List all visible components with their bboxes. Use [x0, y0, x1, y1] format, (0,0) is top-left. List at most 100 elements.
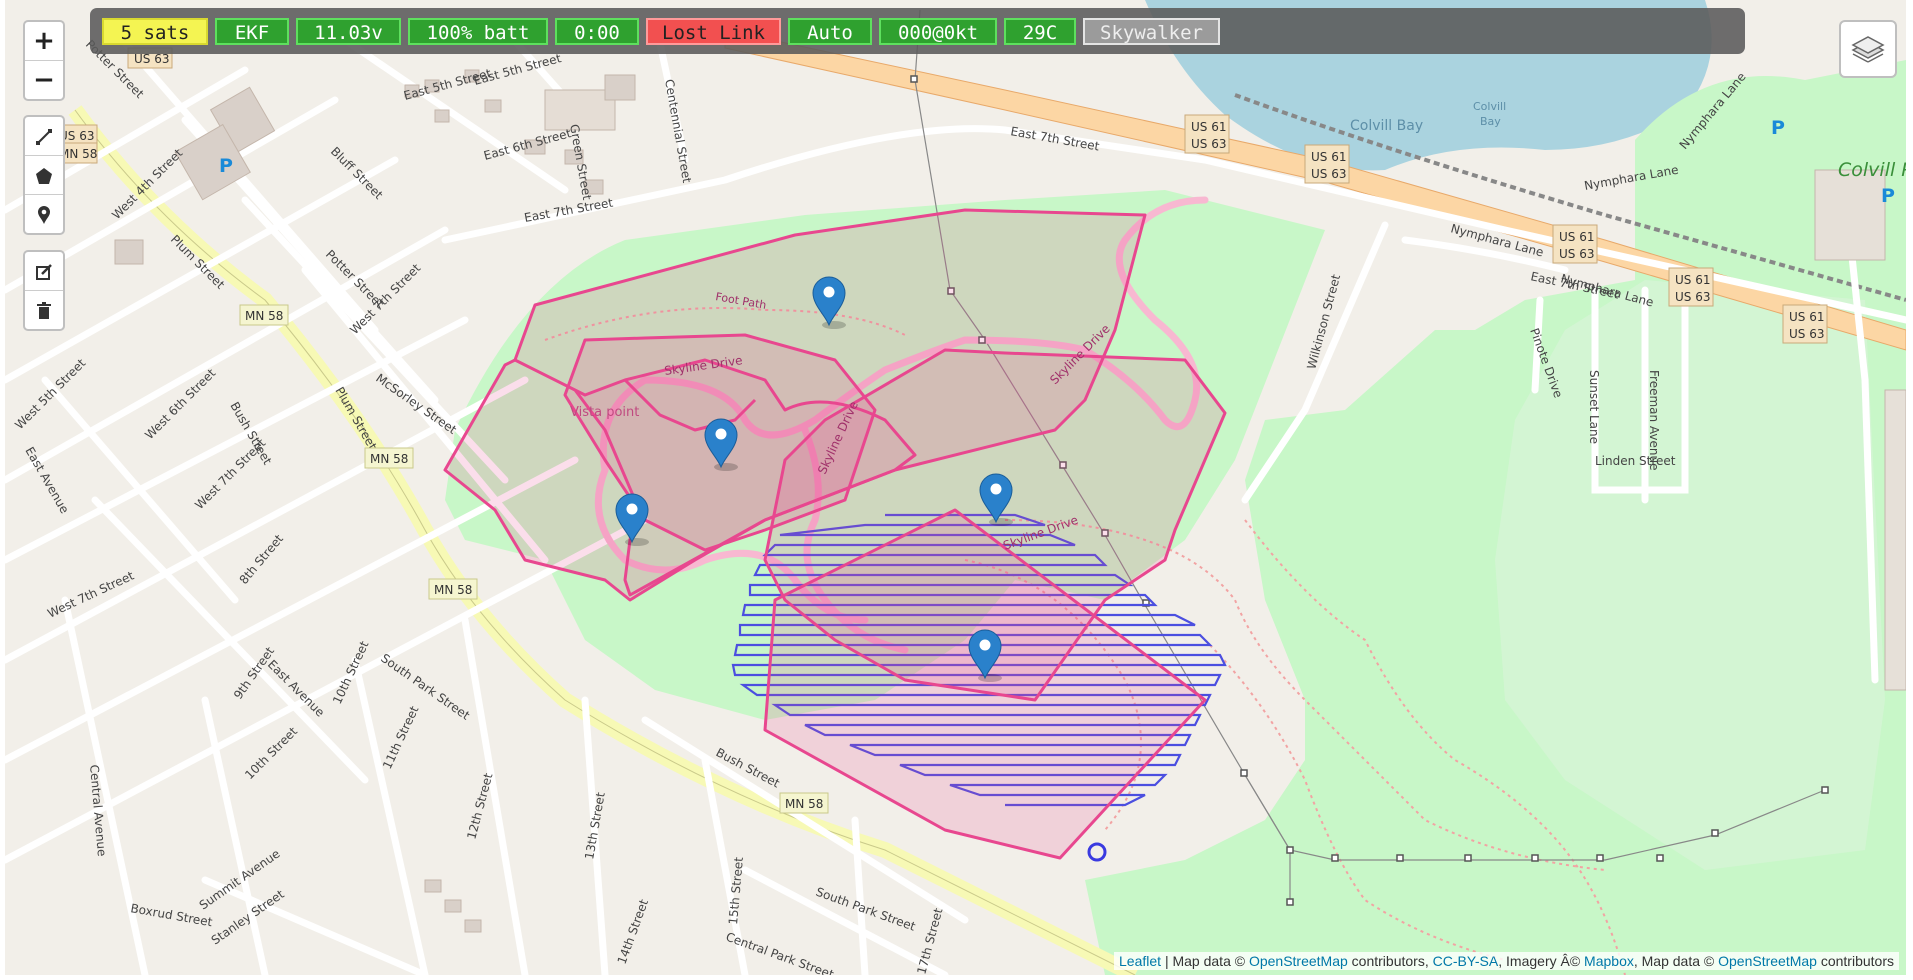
street-label: Pinote Drive — [1527, 326, 1565, 400]
draw-toolbar — [23, 115, 65, 235]
voltage-badge: 11.03v — [296, 18, 401, 45]
street-label: Central Avenue — [87, 764, 109, 857]
street-label: Wilkinson Street — [1304, 273, 1343, 371]
street-label: 14th Street — [615, 897, 651, 966]
street-label: Nymphara Lane — [1677, 70, 1749, 152]
timer-badge: 0:00 — [555, 18, 639, 45]
attribution-text: contributors — [1816, 953, 1894, 969]
parking-icons: P P P — [219, 117, 1895, 207]
street-label: Centennial Street — [662, 78, 694, 184]
leaflet-link[interactable]: Leaflet — [1119, 953, 1161, 969]
map-view[interactable]: East 5th Street East 5th Street East 6th… — [5, 0, 1906, 975]
street-label: West 6th Street — [142, 366, 218, 442]
layers-control[interactable] — [1839, 20, 1897, 78]
edit-toolbar — [23, 250, 65, 331]
ccbysa-link[interactable]: CC-BY-SA — [1433, 953, 1499, 969]
svg-text:MN 58: MN 58 — [785, 797, 823, 811]
attribution-text: | Map data © — [1161, 953, 1249, 969]
street-label: 10th Street — [330, 639, 371, 707]
flight-mode-badge: Auto — [788, 18, 872, 45]
mapbox-link[interactable]: Mapbox — [1584, 953, 1634, 969]
draw-marker-button[interactable] — [25, 195, 63, 233]
svg-text:US 61: US 61 — [1311, 150, 1346, 164]
home-marker[interactable] — [1087, 842, 1107, 862]
zoom-out-icon: − — [33, 65, 55, 95]
street-label: Bluff Street — [328, 144, 386, 202]
street-label: East 7th Street — [1009, 124, 1100, 153]
osm-link-2[interactable]: OpenStreetMap — [1718, 953, 1817, 969]
shield-us61-63: US 61 US 63 — [1304, 144, 1350, 184]
parking-icon: P — [219, 155, 233, 177]
marker-icon — [38, 205, 50, 224]
shield-us61-63: US 61 US 63 — [1782, 304, 1828, 344]
street-label: 12th Street — [464, 771, 495, 840]
street-label: East Avenue — [22, 445, 71, 516]
temperature-badge: 29C — [1004, 18, 1076, 45]
shield-mn58: MN 58 — [779, 792, 829, 814]
zoom-in-button[interactable]: + — [25, 22, 63, 61]
street-label: East 6th Street — [482, 126, 573, 163]
draw-polygon-button[interactable] — [25, 156, 63, 195]
link-status-badge: Lost Link — [646, 18, 781, 45]
svg-text:US 63: US 63 — [134, 52, 169, 66]
place-label: Bay — [1480, 115, 1501, 128]
street-label: 10th Street — [242, 724, 300, 782]
delete-layers-button[interactable] — [25, 291, 63, 329]
street-label: Linden Street — [1595, 454, 1676, 468]
attribution-text: contributors, — [1347, 953, 1433, 969]
trash-icon — [37, 301, 51, 319]
svg-text:US 61: US 61 — [1559, 230, 1594, 244]
svg-text:MN 58: MN 58 — [434, 583, 472, 597]
street-label: South Park Street — [814, 885, 918, 934]
street-label: 15th Street — [726, 856, 746, 925]
osm-link[interactable]: OpenStreetMap — [1249, 953, 1348, 969]
street-label: Green Street — [567, 123, 594, 201]
street-label: Nymphara Lane — [1583, 163, 1679, 193]
street-label: Plum Street — [168, 232, 228, 292]
svg-text:US 63: US 63 — [1789, 327, 1824, 341]
shield-us61-63: US 61 US 63 — [1552, 224, 1598, 264]
place-label: Vista point — [570, 405, 639, 420]
ekf-badge: EKF — [215, 18, 289, 45]
street-label: West 5th Street — [12, 356, 88, 432]
street-label: West 4th Street — [109, 146, 185, 222]
svg-text:US 61: US 61 — [1789, 310, 1824, 324]
parking-icon: P — [1881, 185, 1895, 207]
street-label: 11th Street — [380, 704, 421, 772]
street-label: East Avenue — [265, 657, 327, 719]
draw-polyline-button[interactable] — [25, 117, 63, 156]
street-label: 17th Street — [914, 906, 945, 975]
street-label: East 7th Street — [523, 195, 614, 224]
shield-mn58: MN 58 — [364, 447, 414, 469]
polygon-icon — [36, 167, 52, 184]
svg-text:MN 58: MN 58 — [370, 452, 408, 466]
shield-us61-63: US 61 US 63 — [1184, 114, 1230, 154]
zoom-out-button[interactable]: − — [25, 61, 63, 99]
street-label: McSorley Street — [373, 371, 459, 437]
svg-text:US 63: US 63 — [1311, 167, 1346, 181]
place-label: Colvill Bay — [1350, 118, 1423, 134]
street-label: West 7th Street — [45, 568, 136, 620]
map-attribution: Leaflet | Map data © OpenStreetMap contr… — [1114, 952, 1899, 970]
svg-text:US 61: US 61 — [1191, 120, 1226, 134]
polyline-icon — [36, 128, 52, 145]
zoom-in-icon: + — [33, 26, 55, 56]
svg-text:US 61: US 61 — [1675, 273, 1710, 287]
street-label: Central Park Street — [724, 930, 836, 975]
mission-overlay[interactable]: East 5th Street East 5th Street East 6th… — [5, 0, 1906, 975]
attribution-text: , Map data © — [1633, 953, 1719, 969]
shield-us61-63: US 61 US 63 — [1668, 267, 1714, 307]
street-label: 8th Street — [237, 532, 287, 587]
battery-badge: 100% batt — [408, 18, 548, 45]
svg-text:US 63: US 63 — [1675, 290, 1710, 304]
shield-mn58: MN 58 — [239, 304, 289, 326]
street-label: Nymphara Lane — [1449, 221, 1545, 259]
svg-text:MN 58: MN 58 — [245, 309, 283, 323]
shield-mn58: MN 58 — [428, 578, 478, 600]
edit-layers-button[interactable] — [25, 252, 63, 291]
place-label: Colvill Pa — [1838, 159, 1906, 181]
place-label: Colvill — [1473, 100, 1506, 113]
street-label: Bush Street — [714, 745, 783, 790]
svg-text:US 63: US 63 — [1559, 247, 1594, 261]
speed-badge: 000@0kt — [879, 18, 997, 45]
